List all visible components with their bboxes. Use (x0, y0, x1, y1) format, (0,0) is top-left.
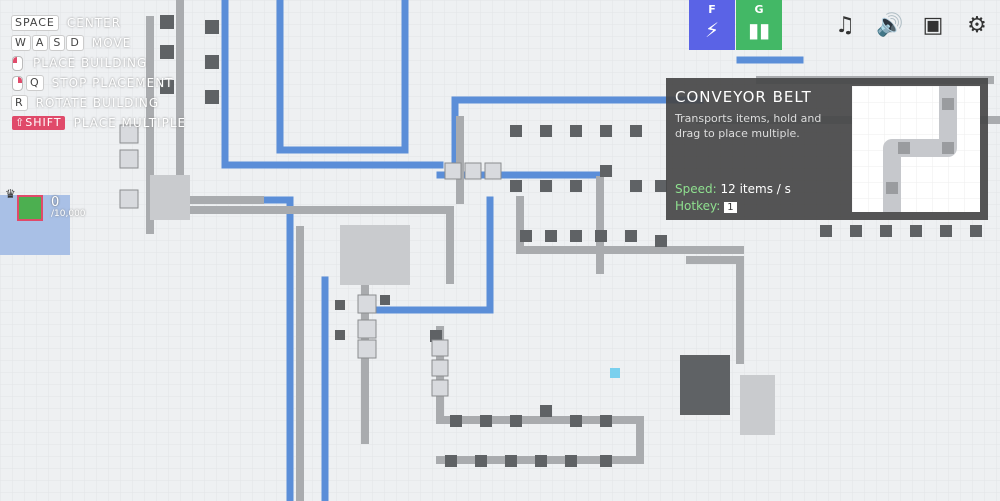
hotkey-rotate: R ROTATE BUILDING (12, 93, 186, 113)
stats-tool-button[interactable]: G ▮▮ (736, 0, 782, 50)
top-right-controls: ♫ 🔊 ▣ ⚙ (832, 13, 990, 39)
tooltip-description: Transports items, hold and drag to place… (675, 112, 822, 140)
conveyor-preview-image (852, 86, 980, 212)
bar-chart-icon: ▮▮ (747, 18, 770, 42)
settings-icon[interactable]: ⚙ (964, 13, 990, 39)
save-icon[interactable]: ▣ (920, 13, 946, 39)
hub-goal: /10,000 (51, 209, 86, 219)
hub-count: 0 (51, 195, 60, 210)
hotkey-label: MOVE (91, 36, 132, 50)
sound-icon[interactable]: 🔊 (876, 13, 903, 39)
wand-tool-button[interactable]: F ⚡ (689, 0, 735, 50)
hotkey-label: ROTATE BUILDING (35, 96, 160, 110)
hotkey-label: PLACE MULTIPLE (73, 116, 187, 130)
tooltip-speed: Speed: 12 items / s (675, 182, 791, 196)
hotkey-label: Hotkey: (675, 199, 721, 213)
speed-label: Speed: (675, 182, 717, 196)
hotkey-label: STOP PLACEMENT (51, 76, 174, 90)
hotkey-legend: SPACE CENTER W A S D MOVE PLACE BUILDING… (12, 13, 186, 133)
hotkey-place-building: PLACE BUILDING (12, 53, 186, 73)
mouse-left-icon (12, 55, 23, 71)
tool-hotkey: G (754, 3, 764, 16)
building-tooltip: CONVEYOR BELT Transports items, hold and… (666, 78, 988, 220)
hub-shape-icon (17, 195, 43, 221)
key-s: S (50, 36, 65, 50)
hotkey-place-multiple: ⇧SHIFT PLACE MULTIPLE (12, 113, 186, 133)
tooltip-hotkey: Hotkey: 1 (675, 199, 737, 213)
key-space: SPACE (12, 16, 58, 30)
hotkey-move: W A S D MOVE (12, 33, 186, 53)
hotkey-value: 1 (724, 202, 737, 213)
crown-icon: ♛ (5, 187, 16, 201)
key-d: D (67, 36, 83, 50)
tooltip-title: CONVEYOR BELT (675, 88, 812, 106)
tool-hotkey: F (708, 3, 716, 16)
mouse-right-icon (12, 75, 23, 91)
key-w: W (12, 36, 30, 50)
hotkey-label: CENTER (66, 16, 122, 30)
hotkey-center: SPACE CENTER (12, 13, 186, 33)
key-r: R (12, 96, 27, 110)
hotkey-label: PLACE BUILDING (33, 56, 148, 70)
cursor-ghost (610, 368, 620, 378)
wand-icon: ⚡ (704, 18, 720, 42)
speed-value: 12 items / s (720, 182, 791, 196)
key-shift: ⇧SHIFT (12, 116, 65, 130)
hotkey-stop-placement: Q STOP PLACEMENT (12, 73, 186, 93)
key-a: A (32, 36, 48, 50)
key-q: Q (27, 76, 43, 90)
music-icon[interactable]: ♫ (832, 13, 858, 39)
